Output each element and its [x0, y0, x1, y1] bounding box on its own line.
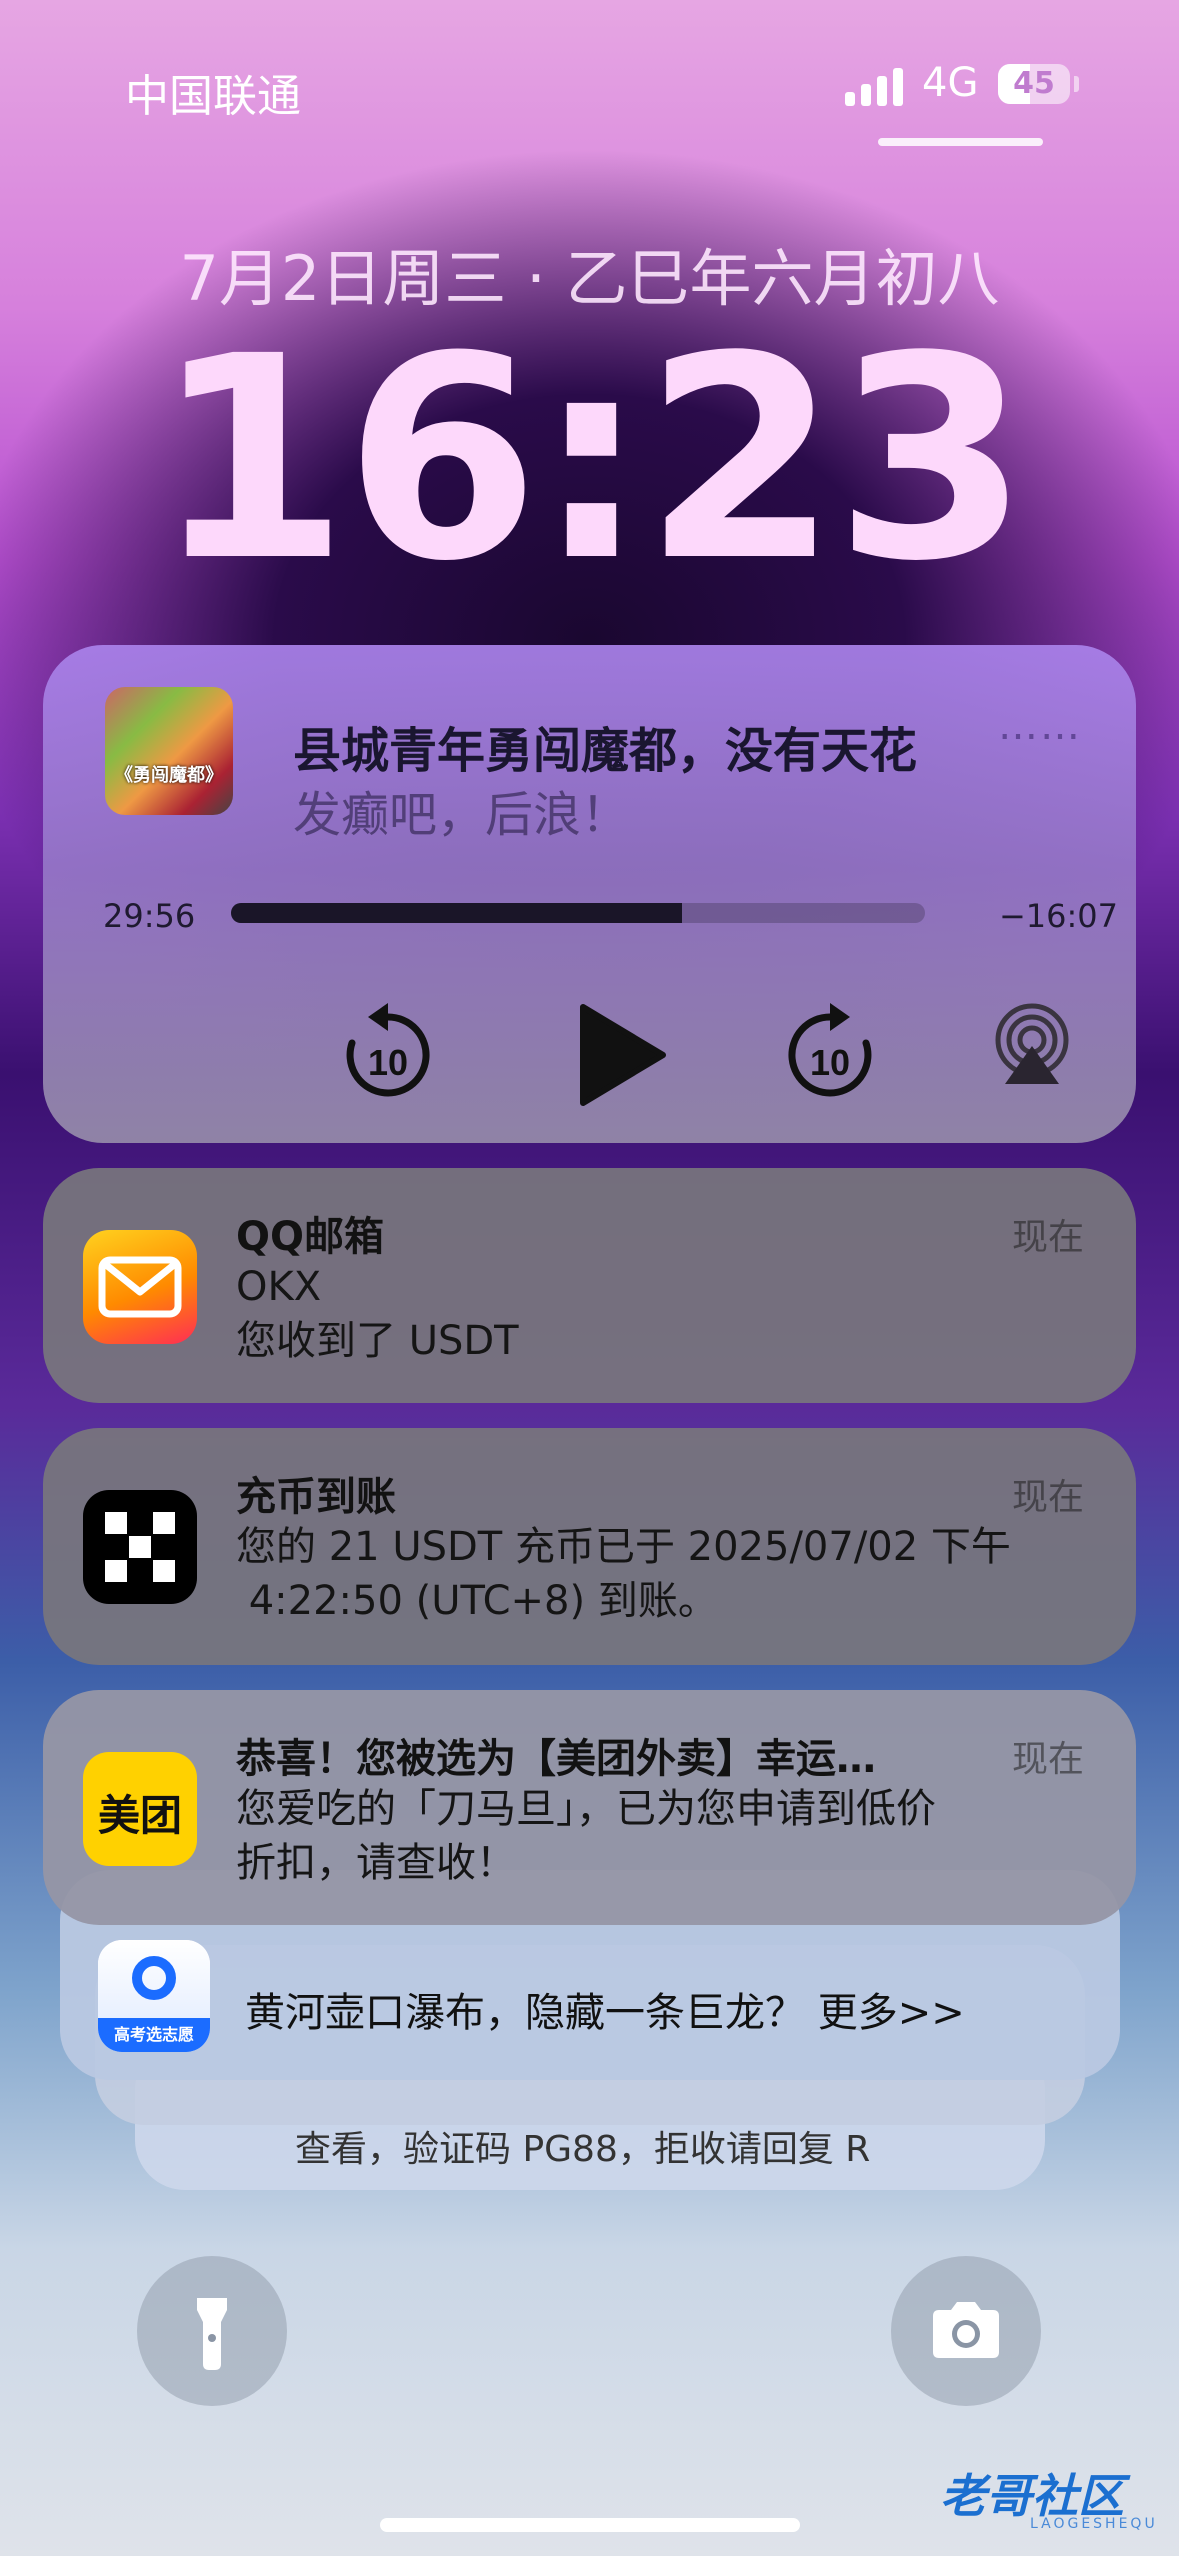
- track-artist: 发癫吧，后浪！: [293, 787, 630, 843]
- now-playing-card[interactable]: 《勇闯魔都》 县城青年勇闯魔都，没有天花 …… 发癫吧，后浪！ 29:56 −1…: [43, 645, 1136, 1143]
- remaining-time: −16:07: [998, 897, 1118, 935]
- skip-forward-button[interactable]: 10: [770, 995, 890, 1115]
- network-type: 4G: [922, 60, 979, 106]
- home-indicator[interactable]: [380, 2518, 800, 2532]
- battery-tip: [1074, 76, 1079, 92]
- notification-time: 现在: [1011, 1217, 1084, 1258]
- okx-icon: [83, 1490, 197, 1604]
- battery-icon: 45: [998, 64, 1070, 104]
- track-title: 县城青年勇闯魔都，没有天花: [293, 723, 918, 779]
- playback-scrubber[interactable]: [231, 903, 925, 923]
- skip-forward-10-icon: 10: [788, 1003, 872, 1097]
- notification-body: 您的 21 USDT 充币已于 2025/07/02 下午 4:22:50 (U…: [236, 1520, 1106, 1628]
- album-artwork[interactable]: 《勇闯魔都》: [105, 687, 233, 815]
- airplay-icon: [995, 1003, 1069, 1084]
- camera-icon: [933, 2302, 999, 2358]
- mail-icon: [83, 1230, 197, 1344]
- gaokao-app-icon: 高考选志愿: [98, 1940, 210, 2052]
- notification-deposit[interactable]: 充币到账 现在 您的 21 USDT 充币已于 2025/07/02 下午 4:…: [43, 1428, 1136, 1665]
- notification-body: OKX 您收到了 USDT: [236, 1260, 1106, 1368]
- notification-app-name: QQ邮箱: [236, 1214, 385, 1260]
- notification-line: 折扣，请查收！: [236, 1840, 516, 1886]
- airplay-button[interactable]: [987, 1000, 1077, 1090]
- notification-qq-mail[interactable]: QQ邮箱 现在 OKX 您收到了 USDT: [43, 1168, 1136, 1403]
- camera-button[interactable]: [891, 2256, 1041, 2406]
- skip-back-button[interactable]: 10: [328, 995, 448, 1115]
- notification-body: 您爱吃的「刀马旦」，已为您申请到低价 折扣，请查收！: [236, 1782, 1106, 1890]
- notification-time: 现在: [1011, 1477, 1084, 1518]
- lock-clock: 16:23: [153, 297, 1029, 623]
- more-icon[interactable]: ……: [998, 703, 1082, 749]
- flashlight-icon: [197, 2298, 227, 2370]
- play-button[interactable]: [543, 985, 683, 1125]
- carrier-label: 中国联通: [125, 71, 301, 122]
- notification-app-name: 充币到账: [236, 1474, 396, 1520]
- skip-back-label: 10: [368, 1042, 408, 1083]
- notification-line: 您的 21 USDT 充币已于 2025/07/02 下午: [236, 1524, 1011, 1570]
- stacked-notification-text: 查看，验证码 PG88，拒收请回复 R: [295, 2129, 871, 2170]
- signal-strength-icon: [845, 66, 905, 106]
- battery-percent: 45: [1013, 66, 1055, 101]
- notification-title: 恭喜！您被选为【美团外卖】幸运…: [236, 1736, 876, 1782]
- notification-line: OKX: [236, 1264, 322, 1310]
- elapsed-time: 29:56: [103, 897, 196, 935]
- notification-time: 现在: [1011, 1739, 1084, 1780]
- play-icon: [580, 1004, 666, 1106]
- meituan-icon: 美团: [83, 1752, 197, 1866]
- playback-progress-fill: [231, 903, 683, 923]
- gaokao-icon-label: 高考选志愿: [98, 2018, 210, 2052]
- skip-forward-label: 10: [810, 1042, 850, 1083]
- watermark-subtitle: LAOGESHEQU: [1030, 2516, 1158, 2532]
- notification-line: 4:22:50 (UTC+8) 到账。: [236, 1578, 718, 1624]
- control-center-indicator[interactable]: [878, 138, 1043, 146]
- flashlight-button[interactable]: [137, 2256, 287, 2406]
- artwork-label: 《勇闯魔都》: [115, 765, 223, 786]
- skip-back-10-icon: 10: [346, 1003, 430, 1097]
- meituan-icon-text: 美团: [97, 1791, 182, 1840]
- stacked-notification-text: 黄河壶口瀑布，隐藏一条巨龙？ 更多>>: [245, 1990, 965, 2036]
- notification-line: 您爱吃的「刀马旦」，已为您申请到低价: [236, 1786, 936, 1832]
- notification-line: 您收到了 USDT: [236, 1318, 519, 1364]
- notification-meituan[interactable]: 美团 恭喜！您被选为【美团外卖】幸运… 现在 您爱吃的「刀马旦」，已为您申请到低…: [43, 1690, 1136, 1925]
